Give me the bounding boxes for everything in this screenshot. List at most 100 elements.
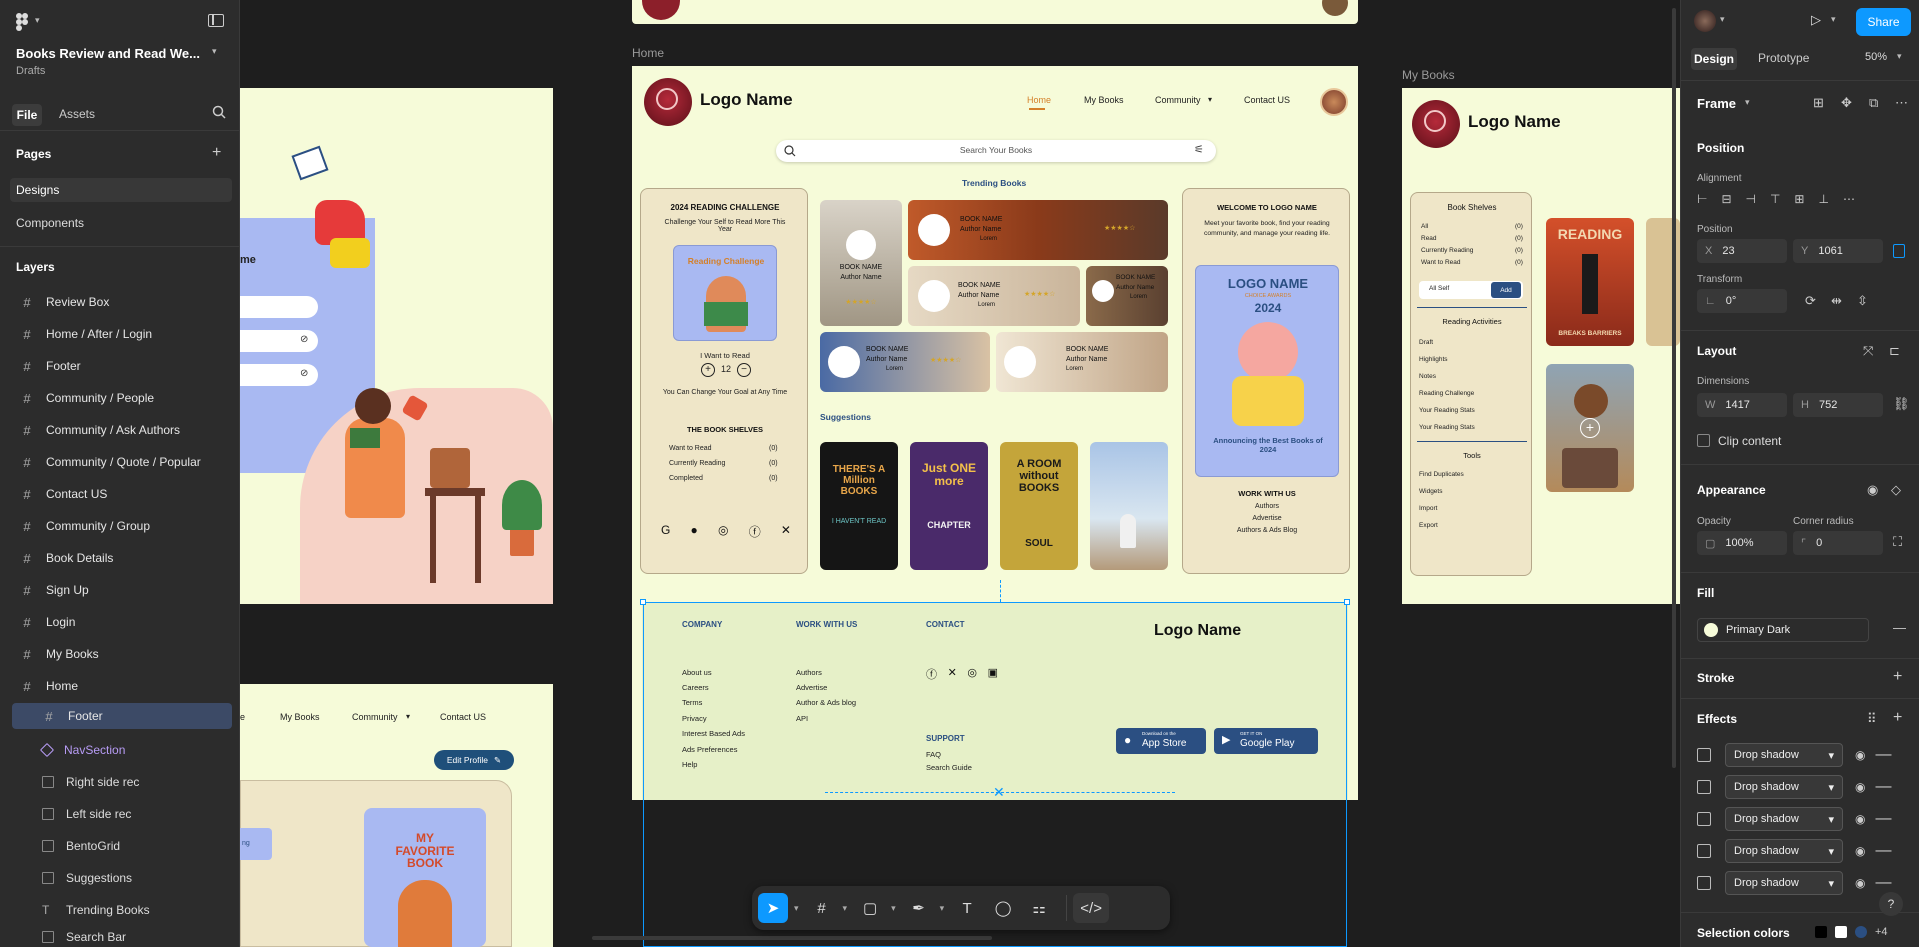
facebook-icon[interactable]: ⓕ [926, 666, 937, 682]
footer-link[interactable]: Advertise [796, 683, 827, 692]
horizontal-scrollbar[interactable] [592, 936, 992, 940]
add-stroke-icon[interactable]: + [1893, 668, 1902, 686]
edit-profile-button[interactable]: Edit Profile ✎ [434, 750, 514, 770]
trending-book-card[interactable]: BOOK NAME Author Name Lorem [996, 332, 1168, 392]
figma-menu-icon[interactable] [16, 13, 28, 36]
activity-item[interactable]: Your Reading Stats [1419, 407, 1475, 414]
suggestion-cover[interactable]: A ROOM without BOOKS SOUL [1000, 442, 1078, 570]
tool-item[interactable]: Find Duplicates [1419, 471, 1464, 478]
chevron-down-icon[interactable]: ▾ [1745, 97, 1750, 108]
link-advertise[interactable]: Advertise [1183, 515, 1351, 522]
play-icon[interactable]: ▷ [1811, 12, 1821, 28]
footer-link[interactable]: Author & Ads blog [796, 698, 856, 707]
effect-row[interactable]: Drop shadow ▾ ◉ — [1697, 838, 1907, 864]
activity-item[interactable]: Reading Challenge [1419, 390, 1474, 397]
instagram-icon[interactable]: ◎ [718, 523, 728, 540]
suggestion-cover[interactable] [1090, 442, 1168, 570]
layer-navsection[interactable]: NavSection [12, 735, 232, 765]
x-icon[interactable]: ✕ [781, 523, 791, 540]
footer-link[interactable]: About us [682, 668, 712, 677]
effect-type-select[interactable]: Drop shadow ▾ [1725, 743, 1843, 767]
nav-community[interactable]: Community [1155, 95, 1201, 105]
tool-item[interactable]: Widgets [1419, 488, 1442, 495]
effects-grid-icon[interactable]: ⠿ [1867, 711, 1877, 727]
page-item-designs[interactable]: Designs [10, 178, 232, 202]
shelf-read[interactable]: Read [1421, 235, 1437, 242]
eye-off-icon[interactable]: ⊘ [300, 368, 308, 379]
home-frame[interactable]: Logo Name Home My Books Community ▾ Cont… [632, 66, 1358, 800]
remove-icon[interactable]: — [1875, 746, 1891, 764]
google-icon[interactable]: G [661, 523, 670, 540]
layer-home-after-login[interactable]: # Home / After / Login [0, 319, 240, 349]
footer-link[interactable]: API [796, 714, 808, 723]
frame-tool-icon[interactable]: # [807, 893, 837, 923]
width-input[interactable]: W 1417 [1697, 393, 1787, 417]
layer-footer[interactable]: # Footer [0, 351, 240, 381]
shelf-completed[interactable]: Completed [669, 475, 703, 482]
layer-sign-up[interactable]: # Sign Up [0, 575, 240, 605]
tab-assets[interactable]: Assets [59, 107, 95, 121]
effect-settings-icon[interactable] [1697, 876, 1711, 890]
effect-type-select[interactable]: Drop shadow ▾ [1725, 807, 1843, 831]
my-book-cover[interactable]: READING BREAKS BARRIERS [1546, 218, 1634, 346]
filter-icon[interactable]: ⚟ [1194, 143, 1204, 156]
footer-link[interactable]: FAQ [926, 750, 941, 759]
add-effect-icon[interactable]: + [1893, 709, 1902, 727]
chevron-down-icon[interactable]: ▾ [940, 903, 945, 914]
rotation-input[interactable]: ∟ 0° [1697, 289, 1787, 313]
chevron-down-icon[interactable]: ▾ [891, 903, 896, 914]
height-input[interactable]: H 752 [1793, 393, 1883, 417]
chevron-down-icon[interactable]: ▾ [1897, 51, 1902, 62]
comment-tool-icon[interactable]: ◯ [988, 893, 1018, 923]
align-center-h-icon[interactable]: ⊟ [1721, 192, 1731, 206]
shelf-currently-reading[interactable]: Currently Reading [669, 460, 725, 467]
nav-contact-us[interactable]: Contact US [440, 712, 486, 722]
activity-item[interactable]: Draft [1419, 339, 1433, 346]
add-icon[interactable]: + [1580, 418, 1600, 438]
footer-link[interactable]: Search Guide [926, 763, 972, 772]
avatar[interactable] [1694, 10, 1716, 32]
color-swatch[interactable] [1815, 926, 1827, 938]
layer-community-ask-authors[interactable]: # Community / Ask Authors [0, 415, 240, 445]
layer-my-books[interactable]: # My Books [0, 639, 240, 669]
y-input[interactable]: Y 1061 [1793, 239, 1883, 263]
effect-settings-icon[interactable] [1697, 812, 1711, 826]
layer-trending-books[interactable]: T Trending Books [12, 895, 232, 925]
canvas[interactable]: me ⊘ ⊘ e My Books Community ▾ Contact US… [240, 0, 1680, 947]
tab-design[interactable]: Design [1691, 48, 1737, 70]
auto-layout-icon[interactable]: ⤧ [1863, 343, 1873, 359]
share-button[interactable]: Share [1856, 8, 1911, 36]
trending-book-card[interactable]: BOOK NAME Author Name Lorem ★★★★☆ [820, 332, 990, 392]
logo-name[interactable]: Logo Name [1468, 112, 1561, 132]
layer-review-box[interactable]: # Review Box [0, 287, 240, 317]
tab-prototype[interactable]: Prototype [1758, 51, 1809, 65]
effect-settings-icon[interactable] [1697, 780, 1711, 794]
shelf-input[interactable]: All Self Add [1419, 281, 1523, 299]
selection-handle[interactable] [1344, 599, 1350, 605]
frame-label-home[interactable]: Home [632, 46, 664, 60]
nav-my-books[interactable]: My Books [1084, 95, 1124, 105]
rectangle-tool-icon[interactable]: ▢ [855, 893, 885, 923]
x-input[interactable]: X 23 [1697, 239, 1787, 263]
footer-link[interactable]: Terms [682, 698, 702, 707]
dev-mode-icon[interactable]: </> [1073, 893, 1110, 923]
add-page-icon[interactable]: + [212, 144, 221, 162]
password-confirm-field[interactable]: ⊘ [240, 364, 318, 386]
nav-home[interactable]: Home [1027, 95, 1051, 105]
effect-row[interactable]: Drop shadow ▾ ◉ — [1697, 870, 1907, 896]
password-field[interactable]: ⊘ [240, 330, 318, 352]
flip-horizontal-icon[interactable]: ⇹ [1831, 293, 1842, 309]
align-bottom-icon[interactable]: ⊥ [1818, 192, 1828, 206]
remove-fill-icon[interactable]: — [1893, 620, 1906, 635]
blend-mode-icon[interactable]: ◇ [1891, 482, 1901, 498]
tool-item[interactable]: Export [1419, 522, 1438, 529]
chevron-down-icon[interactable]: ▾ [1208, 95, 1212, 104]
effect-type-select[interactable]: Drop shadow ▾ [1725, 839, 1843, 863]
frame-type[interactable]: Frame [1697, 96, 1736, 111]
trending-book-card[interactable]: BOOK NAME Author Name Lorem [1086, 266, 1168, 326]
remove-icon[interactable]: — [1875, 810, 1891, 828]
layer-contact-us[interactable]: # Contact US [0, 479, 240, 509]
chevron-down-icon[interactable]: ▾ [843, 903, 848, 914]
remove-icon[interactable]: — [1875, 778, 1891, 796]
lock-ratio-icon[interactable]: ⛓ [1893, 396, 1910, 412]
